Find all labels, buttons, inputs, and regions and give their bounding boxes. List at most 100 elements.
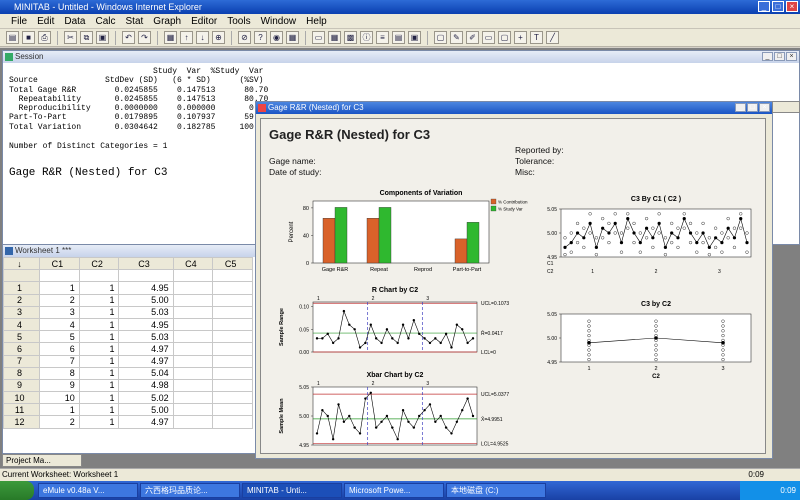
menu-data[interactable]: Data [59,14,90,28]
ws-corner[interactable]: ↓ [3,256,41,271]
menu-edit[interactable]: Edit [32,14,59,28]
graph-window[interactable]: Gage R&R (Nested) for C3 _ □ × Gage R&R (N… [255,101,773,459]
ws-cell[interactable]: 4.95 [118,281,174,295]
ws-cell[interactable]: 5.00 [118,403,174,417]
ws-cell[interactable] [212,415,253,429]
ws-cell[interactable] [172,342,214,356]
ws-cell[interactable]: 4.98 [118,378,174,393]
menu-calc[interactable]: Calc [90,14,120,28]
ws-cell[interactable] [212,342,253,356]
graph-window-controls[interactable] [772,101,800,113]
ws-row-number[interactable]: 11 [3,403,41,417]
ws-cell[interactable] [172,317,214,332]
text-icon[interactable]: T [530,31,543,44]
worksheet-window-icon[interactable]: ▦ [328,31,341,44]
find-icon[interactable]: ⊕ [212,31,225,44]
session-window-icon[interactable]: ▭ [312,31,325,44]
ws-cell[interactable] [172,293,214,307]
worksheet-title-bar[interactable]: Worksheet 1 *** [3,245,266,257]
table-row[interactable]: 9 9 1 4.98 [3,378,253,393]
ws-row-number[interactable]: 1 [3,281,41,295]
worksheet-grid[interactable]: ↓ C1 C2 C3 C4 C5 1 1 1 4.95 2 2 1 5.00 3 3 1 5.03 4 4 1 4.95 5… [3,256,253,429]
ws-cell[interactable] [172,330,214,344]
table-row[interactable]: 12 2 1 4.97 [3,415,253,429]
taskbar-item[interactable]: 本地磁盘 (C:) [446,483,546,498]
ws-cell[interactable]: 5.00 [118,293,174,307]
ws-cell[interactable] [212,305,253,319]
ws-cell[interactable]: 3 [39,305,80,319]
print-icon[interactable]: ⎙ [38,31,51,44]
ws-cell[interactable]: 5.03 [118,305,174,319]
ws-cell[interactable] [172,403,214,417]
ws-col-header[interactable]: C4 [172,256,214,271]
ws-row-number[interactable]: 4 [3,317,41,332]
graph-maximize-button[interactable]: □ [747,103,758,112]
taskbar-item[interactable]: MINITAB - Unti... [242,483,342,498]
help-icon[interactable]: ? [254,31,267,44]
project-manager-icon[interactable]: ▣ [408,31,421,44]
graph-title-bar[interactable]: Gage R&R (Nested) for C3 _ □ × [256,102,772,114]
menu-stat[interactable]: Stat [121,14,149,28]
table-row[interactable]: 11 1 1 5.00 [3,403,253,417]
menu-file[interactable]: File [6,14,32,28]
ws-name-row[interactable] [3,269,41,283]
up-icon[interactable]: ↑ [180,31,193,44]
cancel-icon[interactable]: ⊘ [238,31,251,44]
ws-cell[interactable]: 1 [78,330,120,344]
ws-cell[interactable] [212,378,253,393]
ws-cell[interactable]: 1 [78,293,120,307]
copy-icon[interactable]: ⧉ [80,31,93,44]
ws-col-header[interactable]: C5 [212,256,253,271]
report-icon[interactable]: ▤ [392,31,405,44]
menu-tools[interactable]: Tools [222,14,255,28]
graph-minimize-button[interactable]: _ [735,103,746,112]
ws-row-number[interactable]: 12 [3,415,41,429]
ws-row-number[interactable]: 7 [3,354,41,368]
ws-cell[interactable] [212,293,253,307]
menu-window[interactable]: Window [256,14,302,28]
ws-cell[interactable]: 1 [78,378,120,393]
ws-row-number[interactable]: 5 [3,330,41,344]
ws-cell[interactable] [172,354,214,368]
ws-cell[interactable]: 5.03 [118,330,174,344]
ws-cell[interactable]: 1 [78,317,120,332]
session-title-bar[interactable]: Session _ □ × [3,51,799,63]
ws-cell[interactable]: 4.97 [118,354,174,368]
ws-cell[interactable] [172,391,214,405]
history-icon[interactable]: ≡ [376,31,389,44]
ws-cell[interactable]: 5.02 [118,391,174,405]
maximize-button[interactable]: □ [772,1,784,12]
ws-cell[interactable]: 1 [78,366,120,380]
line-icon[interactable]: ╱ [546,31,559,44]
ws-row-number[interactable]: 10 [3,391,41,405]
ws-col-header[interactable]: C3 [118,256,174,271]
table-row[interactable]: 8 8 1 5.04 [3,366,253,380]
ws-name-cell[interactable] [172,269,214,283]
ws-cell[interactable] [212,366,253,380]
ws-cell[interactable] [212,391,253,405]
save-icon[interactable]: ■ [22,31,35,44]
ws-cell[interactable]: 2 [39,293,80,307]
taskbar-item[interactable]: 六西格玛品质论... [140,483,240,498]
crosshair-icon[interactable]: + [514,31,527,44]
ws-cell[interactable]: 1 [78,354,120,368]
ws-cell[interactable]: 4.97 [118,342,174,356]
ws-cell[interactable] [212,403,253,417]
zoom-icon[interactable]: ▢ [498,31,511,44]
ws-cell[interactable]: 1 [78,403,120,417]
grid-icon[interactable]: ▦ [286,31,299,44]
ws-cell[interactable]: 2 [39,415,80,429]
ws-row-number[interactable]: 3 [3,305,41,319]
graph-edit-icon[interactable]: ✐ [466,31,479,44]
table-row[interactable]: 7 7 1 4.97 [3,354,253,368]
paste-icon[interactable]: ▣ [96,31,109,44]
redo-icon[interactable]: ↷ [138,31,151,44]
table-row[interactable]: 3 3 1 5.03 [3,305,253,319]
close-button[interactable]: × [786,1,798,12]
session-minimize-button[interactable]: _ [762,52,773,61]
ws-cell[interactable]: 8 [39,366,80,380]
taskbar-item[interactable]: Microsoft Powe... [344,483,444,498]
ws-name-cell[interactable] [118,269,174,283]
table-row[interactable]: 6 6 1 4.97 [3,342,253,356]
ws-cell[interactable]: 10 [39,391,80,405]
